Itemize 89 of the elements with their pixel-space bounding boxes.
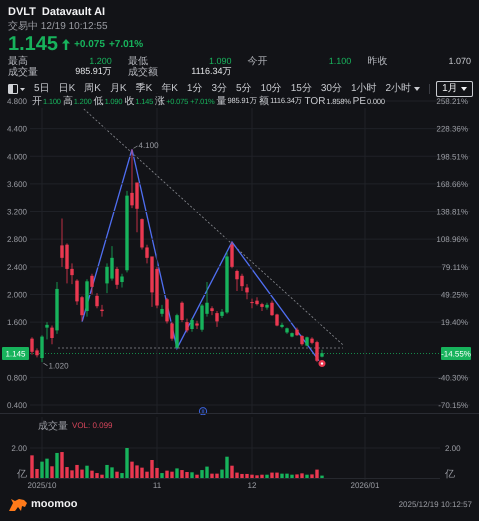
axis-label: 12 (248, 481, 256, 490)
interval-tab[interactable]: 5分 (233, 81, 255, 97)
price-label: 1.020 (48, 362, 69, 371)
axis-label: 0.400 (6, 401, 27, 410)
stat-value: 1.200 (89, 56, 112, 66)
axis-label: 2.400 (6, 262, 27, 272)
stat-label: 今开 (248, 54, 268, 68)
caret-icon (414, 87, 420, 91)
axis-label: 1.600 (6, 318, 27, 328)
axis-label: 2.00 (445, 444, 461, 453)
interval-tab[interactable]: 周K (81, 81, 104, 97)
axis-label: 4.800 (6, 97, 27, 106)
leader-line (43, 362, 48, 366)
axis-label: -40.30% (438, 373, 468, 382)
stat-label: 最低 (128, 54, 148, 66)
quote-label: 高 (62, 94, 73, 108)
percent-change-tag: -14.55% (441, 347, 471, 360)
quote-label: PE (352, 96, 366, 106)
axis-label: 2.000 (6, 290, 27, 300)
quote-label: TOR (304, 96, 326, 106)
interval-tab[interactable]: 5日 (31, 81, 53, 97)
quote-label: 低 (94, 95, 104, 108)
company-name: Datavault AI (42, 6, 106, 18)
arrow-up-icon (62, 38, 70, 50)
axis-label: 0.800 (6, 373, 27, 382)
interval-tab[interactable]: 3分 (208, 81, 230, 97)
stat-value: 985.91万 (75, 65, 112, 78)
axis-label: 4.000 (6, 152, 27, 162)
last-price: 1.145 (8, 32, 58, 56)
axis-unit: 亿 (445, 469, 455, 480)
quote-label: 收 (124, 95, 134, 108)
quote-label: 额 (259, 94, 270, 108)
price-label: 4.100 (138, 140, 159, 150)
volume-title: 成交量 (38, 421, 68, 432)
quote-label: 涨 (155, 94, 166, 108)
ticker-symbol: DVLT (8, 6, 36, 18)
axis-label: 2.00 (11, 444, 27, 453)
percent-change: +7.01% (108, 38, 144, 50)
stat-label: 最高 (8, 54, 28, 66)
axis-label: 2025/10 (28, 481, 56, 490)
stat-value: 1.070 (448, 56, 471, 66)
axis-label: 19.40% (440, 318, 468, 328)
axis-label: 11 (152, 481, 162, 490)
axis-label: 49.25% (440, 290, 468, 300)
stat-label: 成交量 (8, 66, 38, 78)
axis-label: 2.800 (6, 235, 27, 244)
axis-label: 4.400 (6, 124, 27, 134)
quote-label: 开 (32, 95, 42, 108)
interval-tab[interactable]: 日K (56, 81, 78, 97)
interval-tab[interactable]: 1小时 (348, 81, 380, 97)
axis-label: 79.11% (441, 262, 468, 272)
price-change: +0.075 (74, 38, 105, 50)
caret-icon (460, 87, 467, 91)
stat-label: 成交额 (128, 66, 158, 78)
bull-logo-icon (9, 498, 27, 510)
interval-dropdown[interactable]: 2小时 (382, 81, 424, 97)
axis-label: 138.81% (436, 208, 468, 217)
axis-label: 168.66% (436, 180, 468, 189)
trading-status: 交易中 12/19 10:12:55 (8, 21, 109, 33)
leader-line (133, 146, 138, 149)
event-marker-icon[interactable] (198, 407, 208, 415)
axis-label: 198.51% (436, 152, 468, 162)
last-price-marker (318, 360, 326, 368)
axis-label: 3.600 (6, 180, 27, 189)
interval-dropdown[interactable]: 1月 (436, 81, 473, 97)
interval-tab[interactable]: 月K (106, 81, 130, 97)
panel-layout-icon[interactable] (8, 84, 26, 94)
volume-indicator: VOL: 0.099 (72, 421, 112, 430)
axis-label: 258.21% (436, 97, 468, 106)
interval-tab[interactable]: 1分 (184, 81, 206, 97)
axis-label: 3.200 (6, 208, 27, 217)
stat-value: 1.100 (328, 56, 352, 66)
axis-label: 108.96% (436, 235, 468, 244)
interval-tab[interactable]: 10分 (258, 81, 285, 97)
timestamp: 2025/12/19 10:12:57 (398, 500, 472, 508)
brand-name: moomoo (31, 498, 78, 510)
interval-tab[interactable]: 15分 (288, 81, 315, 97)
quote-label: 量 (216, 95, 227, 108)
axis-label: -70.15% (438, 401, 468, 410)
axis-unit: 亿 (17, 469, 27, 480)
stat-value: 1116.34万 (191, 65, 232, 78)
interval-tab[interactable]: 季K (132, 81, 156, 97)
interval-tab[interactable]: 30分 (318, 81, 345, 97)
axis-label: 228.36% (436, 124, 468, 134)
axis-label: 2026/01 (350, 481, 380, 490)
stat-label: 昨收 (367, 54, 388, 68)
interval-tab[interactable]: 年K (158, 81, 181, 97)
current-price-tag: 1.145 (2, 347, 29, 360)
stat-value: 1.090 (208, 56, 232, 66)
